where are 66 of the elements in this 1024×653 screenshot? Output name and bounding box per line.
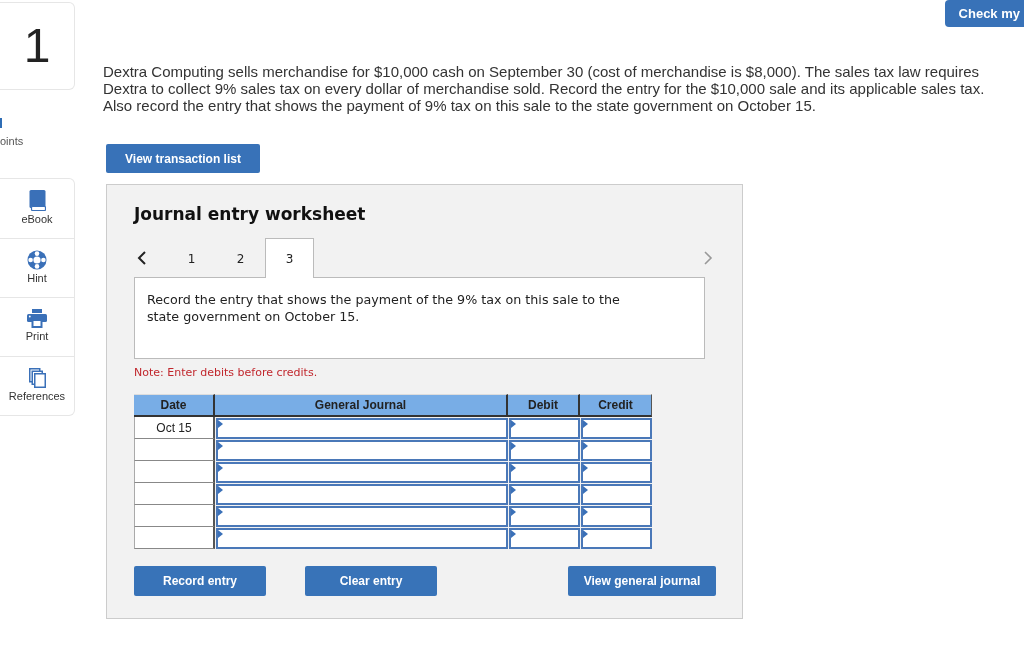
step-tab[interactable]: 3: [265, 238, 314, 278]
triangle-marker-icon: [511, 486, 516, 494]
triangle-marker-icon: [218, 486, 223, 494]
triangle-marker-icon: [218, 530, 223, 538]
triangle-marker-icon: [583, 508, 588, 516]
column-header: Credit: [580, 394, 652, 417]
column-header: General Journal: [215, 394, 508, 417]
triangle-marker-icon: [218, 442, 223, 450]
triangle-marker-icon: [583, 420, 588, 428]
account-field[interactable]: [216, 440, 508, 461]
triangle-marker-icon: [511, 442, 516, 450]
account-field[interactable]: [216, 528, 508, 549]
lifebuoy-icon: [27, 250, 47, 270]
points-marker: [0, 118, 2, 128]
debit-field[interactable]: [509, 462, 580, 483]
account-field[interactable]: [216, 506, 508, 527]
triangle-marker-icon: [511, 508, 516, 516]
references-button[interactable]: References: [0, 356, 74, 415]
hint-button[interactable]: Hint: [0, 238, 74, 297]
debit-field[interactable]: [509, 484, 580, 505]
credit-field[interactable]: [581, 418, 652, 439]
book-icon: [28, 190, 46, 211]
triangle-marker-icon: [583, 486, 588, 494]
print-button[interactable]: Print: [0, 297, 74, 356]
credit-field[interactable]: [581, 462, 652, 483]
problem-text: Dextra Computing sells merchandise for $10,000 cash on September 30 (cost of merchandise is $8,000). The sales tax law requires Dextra to collect 9% sales tax on every dollar of merchandise sold. Record the entry for the $10,000 sale and its applicable sales tax. Also record the entry that shows the payment of 9% tax on this sale to the state government on October 15.: [103, 63, 986, 114]
credit-field[interactable]: [581, 506, 652, 527]
record-entry-button[interactable]: Record entry: [134, 566, 266, 596]
triangle-marker-icon: [583, 464, 588, 472]
triangle-marker-icon: [583, 442, 588, 450]
printer-icon: [27, 309, 47, 328]
step-tab[interactable]: 1: [167, 239, 216, 278]
worksheet-title: Journal entry worksheet: [134, 204, 367, 224]
triangle-marker-icon: [218, 464, 223, 472]
credit-field[interactable]: [581, 440, 652, 461]
account-field[interactable]: [216, 484, 508, 505]
credit-field[interactable]: [581, 528, 652, 549]
ebook-button[interactable]: eBook: [0, 179, 74, 238]
debit-field[interactable]: [509, 440, 580, 461]
view-general-journal-button[interactable]: View general journal: [568, 566, 716, 596]
pages-icon: [28, 368, 46, 388]
debit-field[interactable]: [509, 506, 580, 527]
chevron-right-icon: [704, 250, 713, 265]
clear-entry-button[interactable]: Clear entry: [305, 566, 437, 596]
view-transaction-list-button[interactable]: View transaction list: [106, 144, 260, 173]
account-field[interactable]: [216, 418, 508, 439]
chevron-left-icon: [137, 250, 146, 265]
question-number: 1: [23, 21, 51, 71]
note-text: Note: Enter debits before credits.: [134, 366, 319, 380]
column-header: Date: [134, 394, 215, 417]
triangle-marker-icon: [511, 420, 516, 428]
debit-field[interactable]: [509, 418, 580, 439]
debit-field[interactable]: [509, 528, 580, 549]
triangle-marker-icon: [583, 530, 588, 538]
triangle-marker-icon: [511, 464, 516, 472]
instruction-text: Record the entry that shows the payment of the 9% tax on this sale to the state government on October 15.: [147, 291, 621, 325]
triangle-marker-icon: [511, 530, 516, 538]
account-field[interactable]: [216, 462, 508, 483]
column-header: Debit: [508, 394, 580, 417]
check-my-work-button[interactable]: Check my: [944, 0, 1024, 27]
credit-field[interactable]: [581, 484, 652, 505]
step-tab[interactable]: 2: [216, 239, 265, 278]
triangle-marker-icon: [218, 508, 223, 516]
triangle-marker-icon: [218, 420, 223, 428]
date-cell: Oct 15: [134, 417, 215, 439]
points-label: oints: [0, 135, 24, 148]
